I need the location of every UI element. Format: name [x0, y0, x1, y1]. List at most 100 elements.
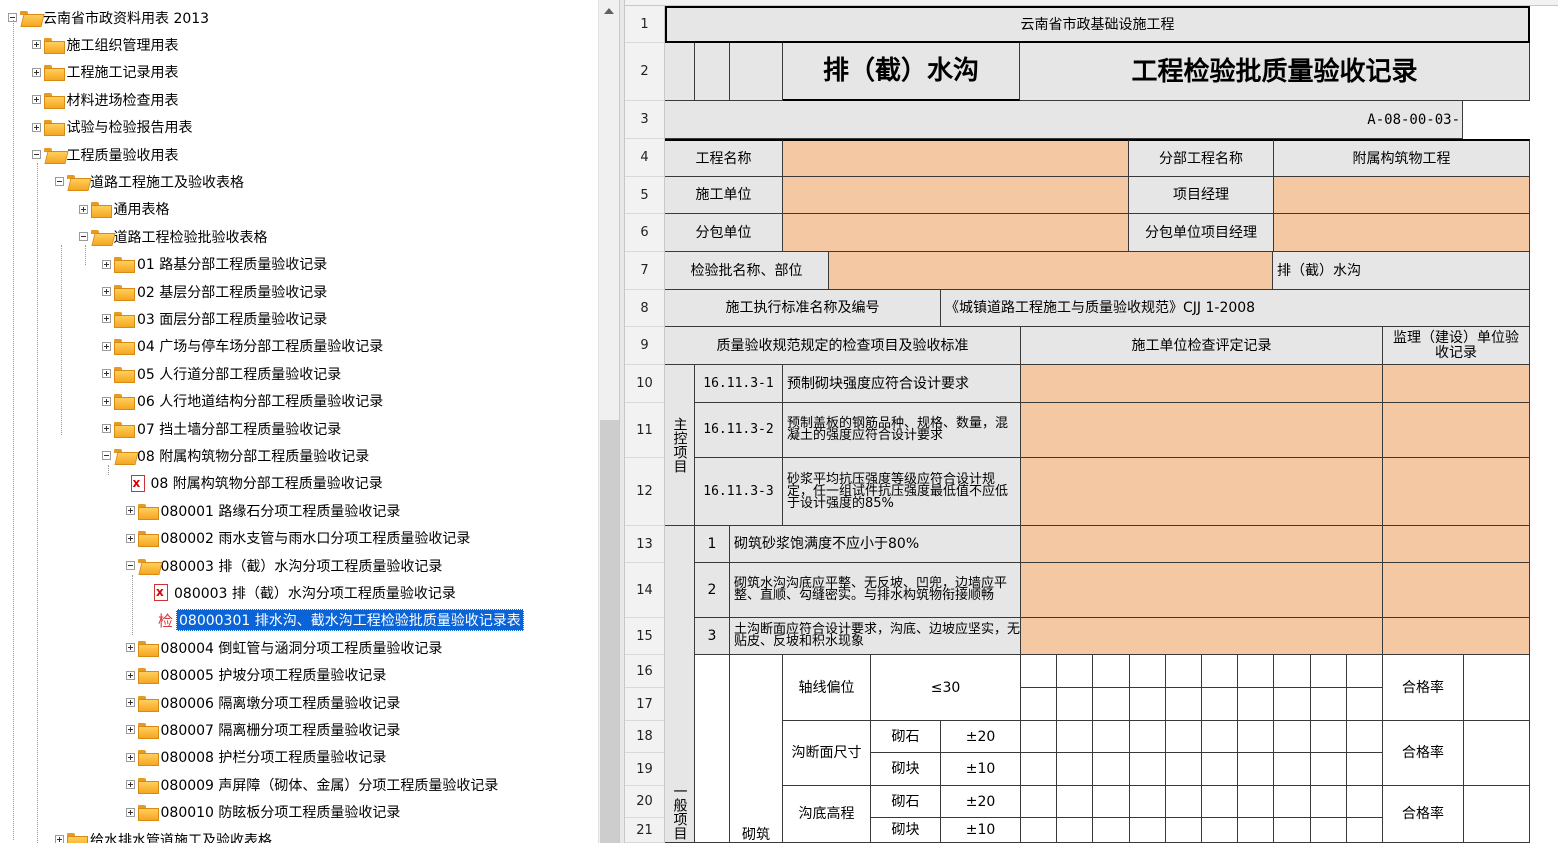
- row-header[interactable]: 2: [625, 43, 665, 101]
- cell-general-supervisor[interactable]: [1383, 563, 1530, 618]
- expand-icon[interactable]: [125, 752, 135, 762]
- tree-item[interactable]: 06 人行地道结构分部工程质量验收记录: [102, 388, 383, 415]
- measure-cell[interactable]: [1129, 655, 1166, 688]
- cell-blank[interactable]: [1464, 786, 1530, 843]
- measure-cell[interactable]: [1021, 818, 1058, 843]
- measure-cell[interactable]: [1057, 688, 1094, 721]
- cell-general-no[interactable]: 2: [695, 563, 730, 618]
- tree-item[interactable]: 080004 倒虹管与涵洞分项工程质量验收记录: [125, 634, 442, 661]
- row-header[interactable]: 4: [625, 139, 665, 177]
- cell-bottom-elev[interactable]: 沟底高程: [783, 786, 871, 843]
- measure-cell[interactable]: [1165, 721, 1202, 753]
- cell-main-supervisor[interactable]: [1383, 365, 1530, 403]
- measure-cell[interactable]: [1310, 721, 1347, 753]
- row-header[interactable]: 16: [625, 655, 665, 688]
- cell-general-text[interactable]: 砌筑砂浆饱满度不应小于80%: [730, 526, 1021, 563]
- cell-main-supervisor[interactable]: [1383, 458, 1530, 526]
- cell-main-code[interactable]: 16.11.3-1: [695, 365, 783, 403]
- cell-blank[interactable]: [1464, 721, 1530, 786]
- cell-pass-rate[interactable]: 合格率: [1383, 655, 1464, 721]
- measure-cell[interactable]: [1093, 721, 1130, 753]
- measure-cell[interactable]: [1165, 786, 1202, 818]
- cell-blank[interactable]: [695, 43, 730, 101]
- cell-subcontractor-value[interactable]: [783, 214, 1129, 252]
- cell-block[interactable]: 砌块: [871, 818, 941, 843]
- cell-block-tol[interactable]: ±10: [941, 818, 1021, 843]
- collapse-icon[interactable]: [55, 177, 64, 187]
- tree-item[interactable]: 05 人行道分部工程质量验收记录: [102, 360, 341, 387]
- scrollbar-thumb[interactable]: [600, 420, 619, 843]
- row-header[interactable]: 9: [625, 327, 665, 365]
- cell-masonry[interactable]: 砌筑: [730, 655, 783, 843]
- measure-cell[interactable]: [1346, 721, 1383, 753]
- row-header[interactable]: 10: [625, 365, 665, 403]
- measure-cell[interactable]: [1021, 753, 1058, 786]
- cell-main-supervisor[interactable]: [1383, 403, 1530, 458]
- measure-cell[interactable]: [1238, 753, 1275, 786]
- cell-form-code[interactable]: A-08-00-03-: [665, 101, 1463, 139]
- cell-blank[interactable]: [1463, 101, 1530, 139]
- cell-pass-rate[interactable]: 合格率: [1383, 786, 1464, 843]
- measure-cell[interactable]: [1202, 655, 1239, 688]
- tree-item[interactable]: 检 08000301 排水沟、截水沟工程检验批质量验收记录表: [149, 607, 524, 634]
- measure-cell[interactable]: [1310, 786, 1347, 818]
- expand-icon[interactable]: [102, 396, 111, 406]
- measure-cell[interactable]: [1238, 786, 1275, 818]
- cell-pass-rate[interactable]: 合格率: [1383, 721, 1464, 786]
- measure-cell[interactable]: [1274, 786, 1311, 818]
- cell-main-items-label[interactable]: 主控项目: [665, 365, 695, 526]
- measure-cell[interactable]: [1021, 721, 1058, 753]
- cell-title-right[interactable]: 工程检验批质量验收记录: [1020, 43, 1530, 101]
- tree-item[interactable]: 080010 防眩板分项工程质量验收记录: [125, 799, 400, 826]
- tree-scrollbar[interactable]: [598, 0, 619, 843]
- cell-axis-offset[interactable]: 轴线偏位: [783, 655, 871, 721]
- tree-item[interactable]: 08 附属构筑物分部工程质量验收记录: [102, 442, 369, 469]
- cell-block-tol[interactable]: ±10: [941, 753, 1021, 786]
- row-header[interactable]: 14: [625, 563, 665, 618]
- cell-stone[interactable]: 砌石: [871, 786, 941, 818]
- tree-item[interactable]: 080008 护栏分项工程质量验收记录: [125, 744, 386, 771]
- cell-sub-project-label[interactable]: 分部工程名称: [1129, 139, 1274, 177]
- measure-cell[interactable]: [1202, 818, 1239, 843]
- expand-icon[interactable]: [31, 122, 41, 132]
- measure-cell[interactable]: [1165, 655, 1202, 688]
- cell-blank[interactable]: [1464, 655, 1530, 721]
- tree-item[interactable]: 080003 排（截）水沟分项工程质量验收记录: [149, 579, 456, 606]
- tree-item[interactable]: 云南省市政资料用表 2013: [8, 4, 209, 31]
- tree-item[interactable]: 080003 排（截）水沟分项工程质量验收记录: [125, 552, 442, 579]
- measure-cell[interactable]: [1310, 688, 1347, 721]
- tree-item[interactable]: 材料进场检查用表: [31, 86, 179, 113]
- row-header[interactable]: 11: [625, 403, 665, 458]
- measure-cell[interactable]: [1057, 818, 1094, 843]
- cell-general-items-wrap[interactable]: 一般项目: [665, 526, 695, 843]
- expand-icon[interactable]: [102, 341, 111, 351]
- tree-item[interactable]: 03 面层分部工程质量验收记录: [102, 305, 327, 332]
- measure-cell[interactable]: [1238, 688, 1275, 721]
- cell-header-contractor[interactable]: 施工单位检查评定记录: [1021, 327, 1383, 365]
- expand-icon[interactable]: [102, 287, 111, 296]
- cell-standard-label[interactable]: 施工执行标准名称及编号: [665, 290, 941, 327]
- row-header[interactable]: 17: [625, 688, 665, 721]
- cell-sub-project-value[interactable]: 附属构筑物工程: [1274, 139, 1530, 177]
- cell-general-record[interactable]: [1021, 618, 1383, 655]
- cell-stone-tol[interactable]: ±20: [941, 721, 1021, 753]
- expand-icon[interactable]: [102, 259, 111, 269]
- cell-project-manager-value[interactable]: [1274, 177, 1530, 214]
- cell-stone-tol[interactable]: ±20: [941, 786, 1021, 818]
- measure-cell[interactable]: [1093, 786, 1130, 818]
- cell-stone[interactable]: 砌石: [871, 721, 941, 753]
- expand-icon[interactable]: [55, 835, 64, 843]
- measure-cell[interactable]: [1057, 786, 1094, 818]
- measure-cell[interactable]: [1057, 721, 1094, 753]
- measure-cell[interactable]: [1346, 688, 1383, 721]
- measure-cell[interactable]: [1021, 786, 1058, 818]
- expand-icon[interactable]: [102, 314, 111, 324]
- tree-item[interactable]: 080001 路缘石分项工程质量验收记录: [125, 497, 400, 524]
- cell-project-name-label[interactable]: 工程名称: [665, 139, 783, 177]
- expand-icon[interactable]: [31, 95, 41, 105]
- cell-section-size[interactable]: 沟断面尺寸: [783, 721, 871, 786]
- cell-project-manager-label[interactable]: 项目经理: [1129, 177, 1274, 214]
- cell-header-supervisor[interactable]: 监理（建设）单位验收记录: [1383, 327, 1530, 365]
- measure-cell[interactable]: [1346, 786, 1383, 818]
- tree-item[interactable]: 080007 隔离栅分项工程质量验收记录: [125, 716, 400, 743]
